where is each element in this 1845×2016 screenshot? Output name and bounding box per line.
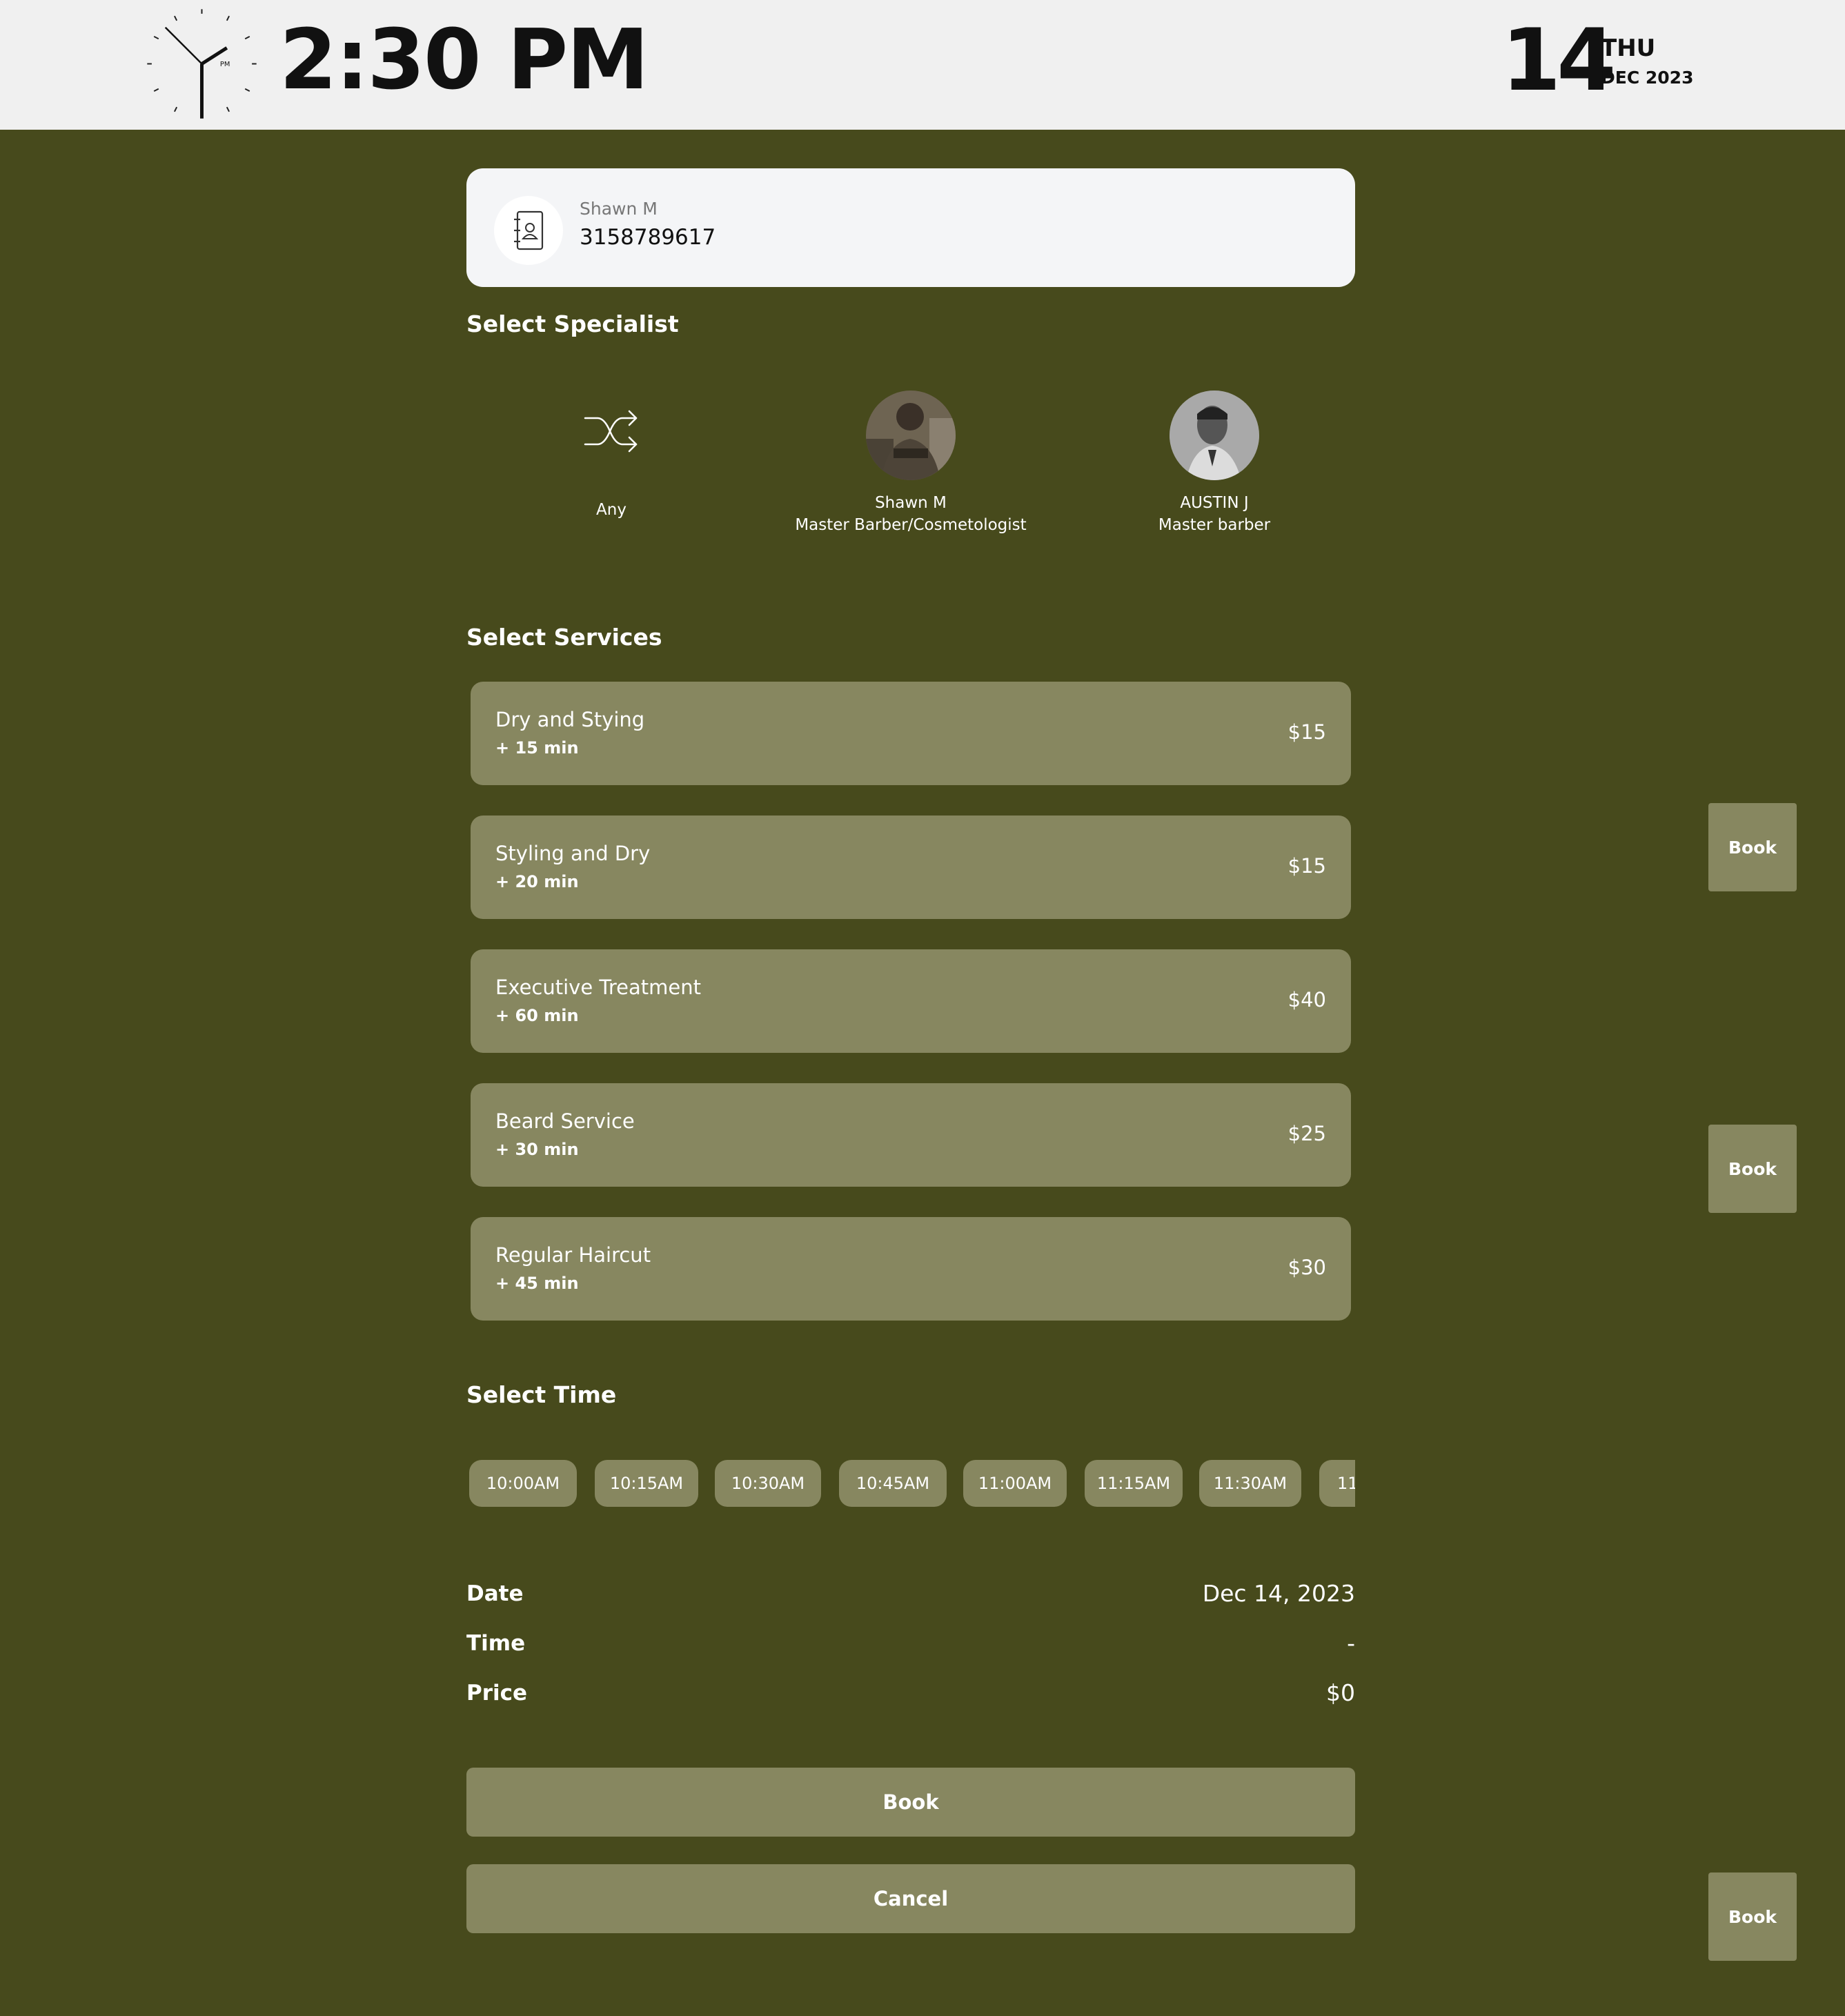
barber-photo-icon bbox=[866, 391, 956, 480]
contact-avatar bbox=[494, 196, 563, 265]
service-name: Regular Haircut bbox=[495, 1243, 651, 1267]
service-duration: + 20 min bbox=[495, 872, 579, 891]
contact-card[interactable]: Shawn M 3158789617 bbox=[466, 168, 1355, 287]
time-slot[interactable]: 11:00AM bbox=[963, 1460, 1067, 1507]
service-name: Styling and Dry bbox=[495, 842, 651, 865]
time-slot[interactable]: 11:45AM bbox=[1319, 1460, 1355, 1507]
contact-book-icon bbox=[514, 210, 544, 250]
date-label: Date bbox=[466, 1581, 524, 1606]
specialist-austin-j[interactable]: AUSTIN J Master barber bbox=[1069, 391, 1359, 534]
time-slot-strip[interactable]: 10:00AM 10:15AM 10:30AM 10:45AM 11:00AM … bbox=[466, 1460, 1355, 1508]
time-slot[interactable]: 10:00AM bbox=[469, 1460, 577, 1507]
time-slot[interactable]: 10:30AM bbox=[715, 1460, 821, 1507]
specialist-shawn-name: Shawn M bbox=[875, 494, 947, 512]
day-number: 14 bbox=[1501, 11, 1617, 110]
side-book-button[interactable]: Book bbox=[1708, 803, 1797, 891]
date-value: Dec 14, 2023 bbox=[1202, 1580, 1355, 1607]
service-price: $30 bbox=[1287, 1256, 1326, 1279]
book-button[interactable]: Book bbox=[466, 1768, 1355, 1837]
select-specialist-title: Select Specialist bbox=[466, 310, 679, 337]
month-year: DEC 2023 bbox=[1601, 68, 1694, 88]
contact-name: Shawn M bbox=[580, 199, 658, 219]
side-book-button[interactable]: Book bbox=[1708, 1872, 1797, 1961]
service-item[interactable]: Regular Haircut + 45 min $30 bbox=[471, 1217, 1351, 1321]
specialist-austin-role: Master barber bbox=[1158, 516, 1271, 534]
contact-phone: 3158789617 bbox=[580, 225, 716, 250]
service-item[interactable]: Executive Treatment + 60 min $40 bbox=[471, 949, 1351, 1053]
price-label: Price bbox=[466, 1681, 528, 1706]
time-slot[interactable]: 11:15AM bbox=[1085, 1460, 1183, 1507]
specialist-shawn-m[interactable]: Shawn M Master Barber/Cosmetologist bbox=[766, 391, 1056, 534]
service-price: $15 bbox=[1287, 854, 1326, 878]
select-time-title: Select Time bbox=[466, 1381, 617, 1408]
service-name: Dry and Stying bbox=[495, 708, 645, 731]
barber-photo-icon bbox=[1170, 391, 1259, 480]
service-price: $40 bbox=[1287, 988, 1326, 1011]
service-name: Beard Service bbox=[495, 1109, 635, 1133]
header-bar: PM 2:30 PM 14 THU DEC 2023 bbox=[0, 0, 1845, 130]
analog-clock-icon: PM bbox=[147, 9, 257, 119]
time-slot[interactable]: 11:30AM bbox=[1199, 1460, 1301, 1507]
specialist-any-label: Any bbox=[596, 501, 626, 519]
specialist-any-avatar bbox=[566, 386, 656, 476]
select-services-title: Select Services bbox=[466, 624, 662, 651]
day-name: THU bbox=[1601, 34, 1656, 62]
cancel-button[interactable]: Cancel bbox=[466, 1864, 1355, 1933]
service-price: $25 bbox=[1287, 1122, 1326, 1145]
specialist-any[interactable]: Any bbox=[466, 386, 756, 519]
service-name: Executive Treatment bbox=[495, 976, 701, 999]
service-duration: + 30 min bbox=[495, 1140, 579, 1159]
shuffle-icon bbox=[584, 410, 638, 453]
specialist-austin-name: AUSTIN J bbox=[1180, 494, 1249, 512]
service-duration: + 45 min bbox=[495, 1274, 579, 1293]
price-value: $0 bbox=[1326, 1679, 1355, 1706]
time-label: Time bbox=[466, 1631, 526, 1656]
specialist-austin-avatar bbox=[1170, 391, 1259, 480]
service-item[interactable]: Dry and Stying + 15 min $15 bbox=[471, 682, 1351, 785]
service-duration: + 15 min bbox=[495, 738, 579, 758]
time-slot[interactable]: 10:45AM bbox=[839, 1460, 947, 1507]
service-price: $15 bbox=[1287, 720, 1326, 744]
side-book-button[interactable]: Book bbox=[1708, 1125, 1797, 1213]
current-time: 2:30 PM bbox=[279, 12, 649, 108]
time-value: - bbox=[1347, 1630, 1355, 1657]
time-slot[interactable]: 10:15AM bbox=[595, 1460, 698, 1507]
specialist-shawn-role: Master Barber/Cosmetologist bbox=[795, 516, 1027, 534]
clock-pm-label: PM bbox=[220, 61, 230, 68]
service-item[interactable]: Styling and Dry + 20 min $15 bbox=[471, 816, 1351, 919]
specialist-shawn-avatar bbox=[866, 391, 956, 480]
service-item[interactable]: Beard Service + 30 min $25 bbox=[471, 1083, 1351, 1187]
service-duration: + 60 min bbox=[495, 1006, 579, 1025]
